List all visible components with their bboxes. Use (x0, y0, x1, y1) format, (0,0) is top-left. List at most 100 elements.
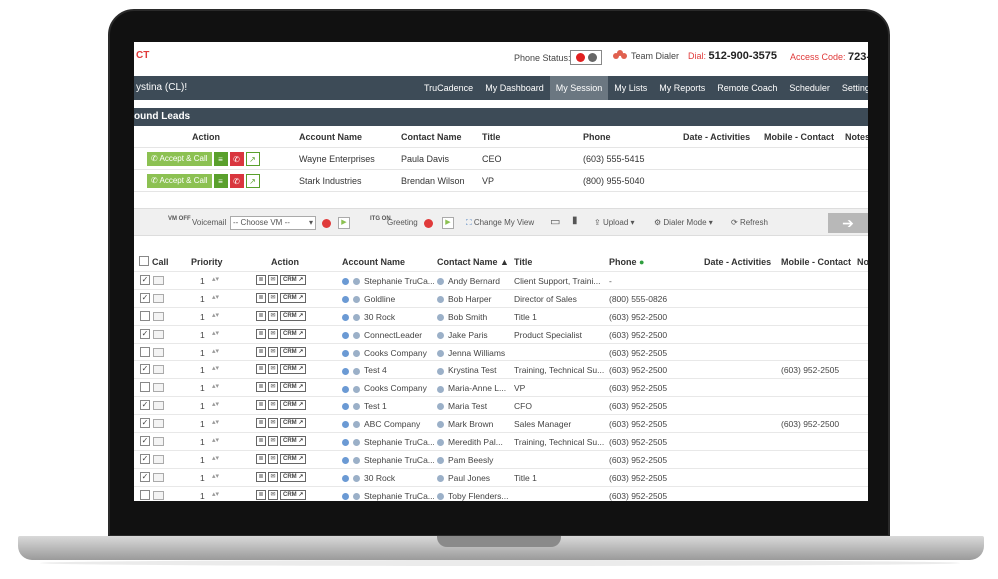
open-external-icon[interactable]: ↗ (245, 152, 260, 166)
row-phone[interactable]: (800) 555-0826 (609, 294, 667, 304)
table-row[interactable]: 1 ▴▾ ≣ ✉ CRM ↗ Cooks Company Jenna Willi… (134, 344, 868, 362)
row-priority[interactable]: 1 (200, 491, 205, 501)
row-card-icon[interactable] (153, 472, 164, 482)
crm-button[interactable]: CRM ↗ (280, 364, 307, 375)
nav-item-settings[interactable]: Settings (836, 76, 868, 100)
row-account[interactable]: Stephanie TruCa... (342, 437, 434, 447)
row-priority[interactable]: 1 (200, 294, 205, 304)
row-card-icon[interactable] (153, 329, 164, 339)
crm-button[interactable]: CRM ↗ (280, 489, 307, 500)
row-priority[interactable]: 1 (200, 312, 205, 322)
itg-on-toggle[interactable]: ITG ON (370, 216, 391, 223)
crm-button[interactable]: CRM ↗ (280, 292, 307, 303)
row-contact[interactable]: Meredith Pal... (437, 437, 511, 447)
crm-button[interactable]: CRM ↗ (280, 346, 307, 357)
ib-header-phone[interactable]: Phone (583, 132, 611, 142)
vm-off-toggle[interactable]: VM OFF (168, 216, 191, 223)
email-icon[interactable]: ✉ (268, 310, 278, 321)
row-account[interactable]: Stephanie TruCa... (342, 491, 434, 501)
row-phone[interactable]: - (609, 276, 612, 286)
nav-item-remote-coach[interactable]: Remote Coach (711, 76, 783, 100)
row-checkbox[interactable]: ✓ (140, 418, 150, 429)
ib-header-mobile[interactable]: Mobile - Contact (764, 132, 834, 142)
nav-item-my-reports[interactable]: My Reports (653, 76, 711, 100)
refresh-button[interactable]: ⟳ Refresh (731, 218, 768, 227)
row-phone[interactable]: (603) 952-2500 (609, 330, 667, 340)
dialer-mode-button[interactable]: ⚙ Dialer Mode ▾ (654, 218, 713, 227)
row-checkbox[interactable]: ✓ (140, 436, 150, 447)
priority-stepper-icon[interactable]: ▴▾ (212, 436, 219, 444)
row-card-icon[interactable] (153, 454, 164, 464)
row-priority[interactable]: 1 (200, 276, 205, 286)
email-icon[interactable]: ✉ (268, 400, 278, 411)
crm-button[interactable]: CRM ↗ (280, 471, 307, 482)
row-checkbox[interactable]: ✓ (140, 400, 150, 411)
list-header-account[interactable]: Account Name (342, 257, 405, 267)
row-account[interactable]: Test 4 (342, 365, 434, 375)
row-contact[interactable]: Jenna Williams (437, 348, 511, 358)
row-contact[interactable]: Bob Harper (437, 294, 511, 304)
row-card-icon[interactable] (153, 311, 164, 321)
table-row[interactable]: ✓ 1 ▴▾ ≣ ✉ CRM ↗ ConnectLeader Jake Pari… (134, 326, 868, 344)
priority-stepper-icon[interactable]: ▴▾ (212, 400, 219, 408)
row-checkbox[interactable] (140, 489, 150, 500)
row-card-icon[interactable] (153, 401, 164, 411)
ib-header-account[interactable]: Account Name (299, 132, 362, 142)
row-contact[interactable]: Mark Brown (437, 419, 511, 429)
hangup-icon[interactable]: ✆ (229, 152, 244, 166)
ib-phone[interactable]: (800) 955-5040 (583, 176, 645, 186)
row-contact[interactable]: Maria Test (437, 401, 511, 411)
ib-header-date[interactable]: Date - Activities (683, 132, 750, 142)
notes-icon[interactable]: ≣ (256, 436, 266, 447)
team-dialer[interactable]: Team Dialer (613, 50, 679, 62)
notes-icon[interactable]: ≣ (256, 453, 266, 464)
row-contact[interactable]: Toby Flenders... (437, 491, 511, 501)
row-phone[interactable]: (603) 952-2505 (609, 348, 667, 358)
table-row[interactable]: ✓ 1 ▴▾ ≣ ✉ CRM ↗ ABC Company Mark Brown … (134, 415, 868, 434)
row-priority[interactable]: 1 (200, 383, 205, 393)
row-phone[interactable]: (603) 952-2505 (609, 491, 667, 501)
list-icon[interactable]: ≡ (213, 174, 228, 188)
priority-stepper-icon[interactable]: ▴▾ (212, 329, 219, 337)
row-mobile[interactable]: (603) 952-2505 (781, 365, 839, 375)
list-header-mobile[interactable]: Mobile - Contact (781, 257, 851, 267)
crm-button[interactable]: CRM ↗ (280, 275, 307, 285)
row-phone[interactable]: (603) 952-2505 (609, 401, 667, 411)
row-card-icon[interactable] (153, 383, 164, 393)
notes-icon[interactable]: ≣ (256, 364, 266, 375)
table-row[interactable]: ✓ 1 ▴▾ ≣ ✉ CRM ↗ 30 Rock Paul Jones Titl… (134, 469, 868, 487)
notes-icon[interactable]: ≣ (256, 418, 266, 429)
row-phone[interactable]: (603) 952-2505 (609, 455, 667, 465)
table-row[interactable]: ✓ 1 ▴▾ ≣ ✉ CRM ↗ Test 1 Maria Test CFO (… (134, 397, 868, 416)
row-phone[interactable]: (603) 952-2500 (609, 312, 667, 322)
notes-icon[interactable]: ≣ (256, 471, 266, 482)
crm-button[interactable]: CRM ↗ (280, 418, 307, 429)
list-icon[interactable]: ≡ (213, 152, 228, 166)
crm-button[interactable]: CRM ↗ (280, 400, 307, 411)
row-priority[interactable]: 1 (200, 455, 205, 465)
row-card-icon[interactable] (153, 419, 164, 429)
change-view-button[interactable]: ⛶ Change My View (466, 218, 534, 228)
priority-stepper-icon[interactable]: ▴▾ (212, 490, 219, 498)
layout-icon[interactable]: ▭ (550, 215, 560, 228)
priority-stepper-icon[interactable]: ▴▾ (212, 311, 219, 319)
table-row[interactable]: ✓ 1 ▴▾ ≣ ✉ CRM ↗ Stephanie TruCa... Mere… (134, 433, 868, 451)
row-contact[interactable]: Bob Smith (437, 312, 511, 322)
hangup-icon[interactable]: ✆ (229, 174, 244, 188)
row-checkbox[interactable] (140, 310, 150, 321)
row-checkbox[interactable]: ✓ (140, 471, 150, 482)
list-header-contact[interactable]: Contact Name ▲ (437, 257, 509, 267)
voicemail-select[interactable]: -- Choose VM -- ▾ (230, 216, 316, 230)
email-icon[interactable]: ✉ (268, 436, 278, 447)
vm-play-icon[interactable]: ▶ (338, 217, 350, 229)
row-checkbox[interactable]: ✓ (140, 275, 150, 285)
next-arrow-button[interactable]: ➔ (828, 213, 868, 233)
row-account[interactable]: Stephanie TruCa... (342, 276, 434, 286)
crm-button[interactable]: CRM ↗ (280, 382, 307, 393)
notes-icon[interactable]: ≣ (256, 310, 266, 321)
row-priority[interactable]: 1 (200, 473, 205, 483)
notes-icon[interactable]: ≣ (256, 382, 266, 393)
nav-item-trucadence[interactable]: TruCadence (418, 76, 479, 100)
row-card-icon[interactable] (153, 276, 164, 285)
row-phone[interactable]: (603) 952-2505 (609, 473, 667, 483)
